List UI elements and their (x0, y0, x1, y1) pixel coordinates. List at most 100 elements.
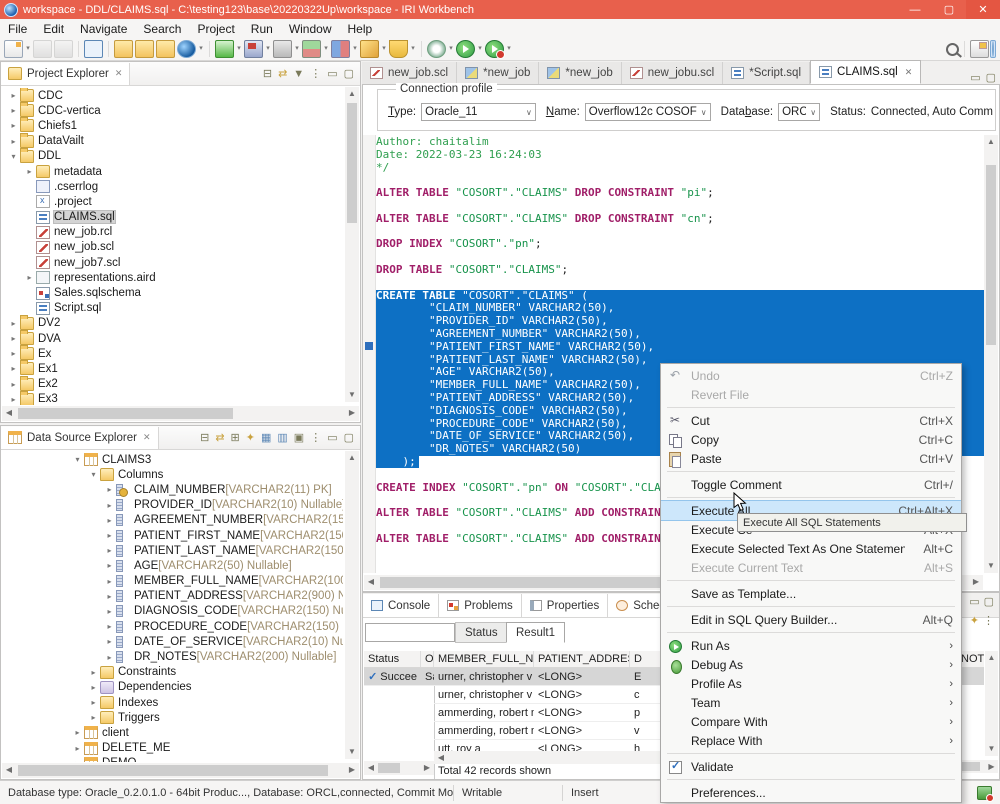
tree-item-agreement-number[interactable]: ▸AGREEMENT_NUMBER [VARCHAR2(150) Nullabl… (3, 513, 343, 528)
tree-item-new-job7-scl[interactable]: new_job7.scl (3, 255, 343, 270)
tree-item-dv2[interactable]: ▸DV2 (3, 316, 343, 331)
dart-tool-icon[interactable] (360, 40, 379, 58)
database-combo[interactable]: ORC∨ (778, 103, 820, 121)
tree-item-dr-notes[interactable]: ▸DR_NOTES [VARCHAR2(200) Nullable] (3, 649, 343, 664)
tree-item-constraints[interactable]: ▸Constraints (3, 665, 343, 680)
scroll-right-icon[interactable]: ▶ (969, 575, 983, 589)
status-row[interactable]: ✓Succee Sa (364, 668, 434, 686)
scroll-right-icon[interactable]: ▶ (345, 406, 359, 420)
view-menu-icon[interactable]: ⋮ (983, 614, 994, 627)
context-menu-item-save-as-template[interactable]: Save as Template... (661, 584, 961, 603)
save-icon[interactable] (33, 40, 52, 58)
tree-item-new-job-scl[interactable]: new_job.scl (3, 240, 343, 255)
tree-item-patient-last-name[interactable]: ▸PATIENT_LAST_NAME [VARCHAR2(150) Nullab… (3, 543, 343, 558)
result-filter-input[interactable] (365, 623, 455, 642)
close-tab-icon[interactable]: ✕ (905, 67, 913, 78)
run-icon[interactable] (456, 40, 475, 58)
close-view-icon[interactable]: ✕ (143, 432, 151, 443)
scroll-left-icon[interactable]: ◀ (2, 763, 16, 777)
result1-subtab[interactable]: Result1 (506, 622, 565, 643)
db-tool-icon[interactable] (302, 40, 321, 58)
tree-item-sales-sqlschema[interactable]: Sales.sqlschema (3, 285, 343, 300)
grey-tool-icon[interactable] (273, 40, 292, 58)
tree-item-script-sql[interactable]: Script.sql (3, 301, 343, 316)
maximize-view-icon[interactable]: ▢ (344, 67, 354, 80)
tree-item-metadata[interactable]: ▸metadata (3, 164, 343, 179)
editor-tab-new-jobu-scl[interactable]: new_jobu.scl (622, 62, 723, 84)
scroll-left-icon[interactable]: ◀ (434, 751, 448, 765)
iri-wizard-icon[interactable] (177, 40, 196, 58)
scroll-left-icon[interactable]: ◀ (364, 575, 378, 589)
name-combo[interactable]: Overflow12c COSOF∨ (585, 103, 711, 121)
context-menu-item-replace-with[interactable]: Replace With› (661, 731, 961, 750)
scroll-left-icon[interactable]: ◀ (364, 761, 378, 775)
data-source-explorer-tab[interactable]: Data Source Explorer ✕ (1, 427, 159, 449)
open-folder-2-icon[interactable] (135, 40, 154, 58)
collapse-all-icon[interactable]: ⊟ (200, 431, 209, 444)
context-menu-item-edit-in-sql-query-builder[interactable]: Edit in SQL Query Builder...Alt+Q (661, 610, 961, 629)
type-combo[interactable]: Oracle_11∨ (421, 103, 536, 121)
scroll-up-icon[interactable]: ▲ (345, 87, 359, 101)
tree-item-client[interactable]: ▸client (3, 725, 343, 740)
minimize-view-icon[interactable]: ▭ (327, 431, 337, 444)
tree-item-claims3[interactable]: ▾CLAIMS3 (3, 452, 343, 467)
context-menu-item-run-as[interactable]: Run As› (661, 636, 961, 655)
flag-tool-icon[interactable] (244, 40, 263, 58)
iri-perspective-button[interactable] (990, 40, 996, 58)
context-menu-item-preferences[interactable]: Preferences... (661, 783, 961, 802)
panel-action-icon[interactable]: ✦ (970, 614, 979, 627)
maximize-view-icon[interactable]: ▢ (344, 431, 354, 444)
minimize-editor-icon[interactable]: ▭ (970, 71, 980, 84)
view-menu-icon[interactable]: ⋮ (310, 67, 321, 80)
context-menu-item-compare-with[interactable]: Compare With› (661, 712, 961, 731)
scroll-right-icon[interactable]: ▶ (985, 760, 998, 774)
tree-item-indexes[interactable]: ▸Indexes (3, 695, 343, 710)
close-view-icon[interactable]: ✕ (115, 68, 123, 79)
hierarchy-icon[interactable]: ⊞ (231, 431, 240, 444)
result-grid-vscrollbar[interactable]: ▲ ▼ (985, 651, 998, 756)
tree-item-ex1[interactable]: ▸Ex1 (3, 361, 343, 376)
connection-status-icon[interactable] (977, 786, 992, 800)
maximize-window-button[interactable]: ▢ (932, 0, 966, 19)
maximize-editor-icon[interactable]: ▢ (986, 71, 996, 84)
chart-2-icon[interactable]: ▥ (277, 431, 287, 444)
tree-item-new-job-rcl[interactable]: new_job.rcl (3, 225, 343, 240)
scroll-down-icon[interactable]: ▼ (984, 559, 998, 573)
editor-tab-claims-sql[interactable]: CLAIMS.sql✕ (810, 60, 921, 84)
new-wizard-icon[interactable] (4, 40, 23, 58)
tree-item-datavailt[interactable]: ▸DataVailt (3, 134, 343, 149)
scroll-right-icon[interactable]: ▶ (345, 763, 359, 777)
menubar-search[interactable]: Search (135, 20, 189, 38)
tree-item-chiefs1[interactable]: ▸Chiefs1 (3, 118, 343, 133)
scroll-left-icon[interactable]: ◀ (2, 406, 16, 420)
save-all-icon[interactable] (54, 40, 73, 58)
link-editor-icon[interactable]: ⇄ (215, 431, 224, 444)
tree-item-cserrlog[interactable]: .cserrlog (3, 179, 343, 194)
shield-tool-icon[interactable] (389, 40, 408, 58)
result-grid-hscroll-end[interactable]: ▶ (960, 760, 998, 773)
project-explorer-hscrollbar[interactable]: ◀ ▶ (2, 406, 359, 421)
filter-icon[interactable]: ▼ (293, 68, 304, 80)
scroll-down-icon[interactable]: ▼ (345, 388, 359, 402)
external-tools-icon[interactable] (427, 40, 446, 58)
tree-item-claims-sql[interactable]: CLAIMS.sql (3, 210, 343, 225)
open-folder-3-icon[interactable] (156, 40, 175, 58)
tree-item-claim-number[interactable]: ▸CLAIM_NUMBER [VARCHAR2(11) PK] (3, 482, 343, 497)
scroll-down-icon[interactable]: ▼ (345, 745, 359, 759)
scroll-down-icon[interactable]: ▼ (985, 742, 998, 756)
tree-item-cdc[interactable]: ▸CDC (3, 88, 343, 103)
collapse-all-icon[interactable]: ⊟ (263, 67, 272, 80)
console-tab-problems[interactable]: Problems (439, 594, 522, 617)
menubar-edit[interactable]: Edit (35, 20, 72, 38)
tree-item-columns[interactable]: ▾Columns (3, 467, 343, 482)
view-menu-icon[interactable]: ⋮ (310, 431, 321, 444)
status-subtab[interactable]: Status (455, 622, 508, 643)
patient-address-header[interactable]: PATIENT_ADDRESS (534, 651, 630, 667)
scroll-up-icon[interactable]: ▲ (345, 451, 359, 465)
operation-column-header[interactable]: O (421, 651, 434, 667)
context-menu-item-profile-as[interactable]: Profile As› (661, 674, 961, 693)
run-last-icon[interactable] (485, 40, 504, 58)
tree-item-dva[interactable]: ▸DVA (3, 331, 343, 346)
context-menu-item-debug-as[interactable]: Debug As› (661, 655, 961, 674)
dse-vscrollbar[interactable]: ▲ ▼ (345, 451, 359, 759)
